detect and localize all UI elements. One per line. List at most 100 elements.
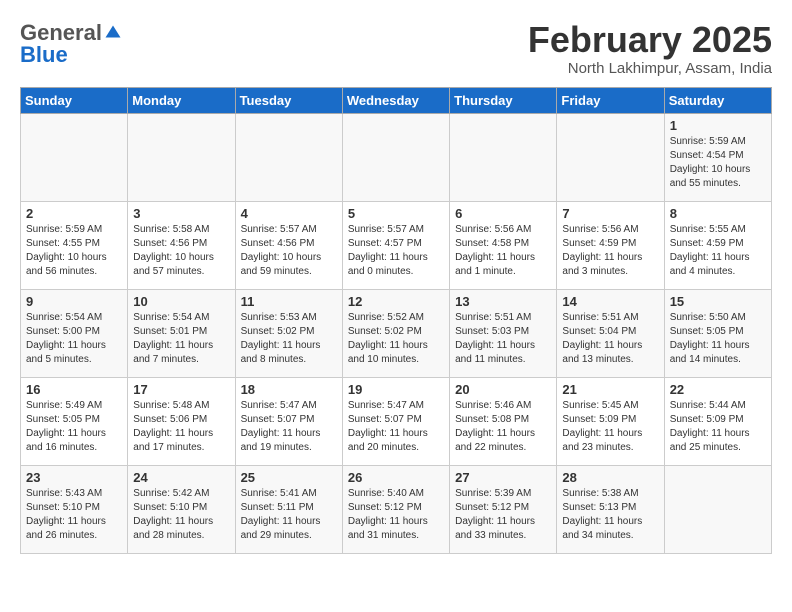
day-cell: 10 Sunrise: 5:54 AM Sunset: 5:01 PM Dayli… [128, 289, 235, 377]
weekday-header-friday: Friday [557, 87, 664, 113]
day-cell: 27 Sunrise: 5:39 AM Sunset: 5:12 PM Dayli… [450, 465, 557, 553]
day-info: Sunrise: 5:59 AM Sunset: 4:54 PM Dayligh… [670, 135, 766, 191]
day-cell: 3 Sunrise: 5:58 AM Sunset: 4:56 PM Daylig… [128, 201, 235, 289]
day-cell: 16 Sunrise: 5:49 AM Sunset: 5:05 PM Dayli… [21, 377, 128, 465]
day-cell: 1 Sunrise: 5:59 AM Sunset: 4:54 PM Daylig… [664, 113, 771, 201]
day-info: Sunrise: 5:46 AM Sunset: 5:08 PM Dayligh… [455, 399, 551, 455]
day-info: Sunrise: 5:59 AM Sunset: 4:55 PM Dayligh… [26, 223, 122, 279]
day-cell: 23 Sunrise: 5:43 AM Sunset: 5:10 PM Dayli… [21, 465, 128, 553]
day-cell [664, 465, 771, 553]
day-cell [235, 113, 342, 201]
day-cell [450, 113, 557, 201]
day-number: 1 [670, 118, 766, 133]
day-number: 15 [670, 294, 766, 309]
day-info: Sunrise: 5:58 AM Sunset: 4:56 PM Dayligh… [133, 223, 229, 279]
day-cell: 12 Sunrise: 5:52 AM Sunset: 5:02 PM Dayli… [342, 289, 449, 377]
day-info: Sunrise: 5:49 AM Sunset: 5:05 PM Dayligh… [26, 399, 122, 455]
day-number: 25 [241, 470, 337, 485]
day-info: Sunrise: 5:52 AM Sunset: 5:02 PM Dayligh… [348, 311, 444, 367]
day-number: 16 [26, 382, 122, 397]
day-number: 24 [133, 470, 229, 485]
day-number: 8 [670, 206, 766, 221]
day-number: 21 [562, 382, 658, 397]
day-cell: 26 Sunrise: 5:40 AM Sunset: 5:12 PM Dayli… [342, 465, 449, 553]
day-number: 5 [348, 206, 444, 221]
day-info: Sunrise: 5:48 AM Sunset: 5:06 PM Dayligh… [133, 399, 229, 455]
day-cell: 9 Sunrise: 5:54 AM Sunset: 5:00 PM Daylig… [21, 289, 128, 377]
day-cell [21, 113, 128, 201]
day-number: 10 [133, 294, 229, 309]
day-cell: 18 Sunrise: 5:47 AM Sunset: 5:07 PM Dayli… [235, 377, 342, 465]
day-cell: 17 Sunrise: 5:48 AM Sunset: 5:06 PM Dayli… [128, 377, 235, 465]
day-cell [557, 113, 664, 201]
day-number: 14 [562, 294, 658, 309]
day-number: 6 [455, 206, 551, 221]
day-number: 18 [241, 382, 337, 397]
day-number: 3 [133, 206, 229, 221]
weekday-header-row: SundayMondayTuesdayWednesdayThursdayFrid… [21, 87, 772, 113]
week-row-5: 23 Sunrise: 5:43 AM Sunset: 5:10 PM Dayli… [21, 465, 772, 553]
day-cell: 20 Sunrise: 5:46 AM Sunset: 5:08 PM Dayli… [450, 377, 557, 465]
day-number: 20 [455, 382, 551, 397]
day-cell: 13Sunrise: 5:51 AM Sunset: 5:03 PM Dayli… [450, 289, 557, 377]
day-cell: 24Sunrise: 5:42 AM Sunset: 5:10 PM Dayli… [128, 465, 235, 553]
day-cell [342, 113, 449, 201]
day-info: Sunrise: 5:50 AM Sunset: 5:05 PM Dayligh… [670, 311, 766, 367]
day-number: 19 [348, 382, 444, 397]
day-cell: 4 Sunrise: 5:57 AM Sunset: 4:56 PM Daylig… [235, 201, 342, 289]
day-cell: 22 Sunrise: 5:44 AM Sunset: 5:09 PM Dayli… [664, 377, 771, 465]
logo-blue-text: Blue [20, 42, 68, 68]
weekday-header-sunday: Sunday [21, 87, 128, 113]
day-cell: 6Sunrise: 5:56 AM Sunset: 4:58 PM Daylig… [450, 201, 557, 289]
day-number: 2 [26, 206, 122, 221]
weekday-header-monday: Monday [128, 87, 235, 113]
day-number: 23 [26, 470, 122, 485]
day-number: 22 [670, 382, 766, 397]
day-cell: 28Sunrise: 5:38 AM Sunset: 5:13 PM Dayli… [557, 465, 664, 553]
week-row-2: 2 Sunrise: 5:59 AM Sunset: 4:55 PM Daylig… [21, 201, 772, 289]
day-cell [128, 113, 235, 201]
logo-icon [104, 24, 122, 42]
logo: General Blue [20, 20, 122, 68]
day-cell: 19 Sunrise: 5:47 AM Sunset: 5:07 PM Dayli… [342, 377, 449, 465]
weekday-header-thursday: Thursday [450, 87, 557, 113]
day-cell: 2 Sunrise: 5:59 AM Sunset: 4:55 PM Daylig… [21, 201, 128, 289]
day-info: Sunrise: 5:53 AM Sunset: 5:02 PM Dayligh… [241, 311, 337, 367]
day-info: Sunrise: 5:44 AM Sunset: 5:09 PM Dayligh… [670, 399, 766, 455]
day-info: Sunrise: 5:57 AM Sunset: 4:56 PM Dayligh… [241, 223, 337, 279]
day-info: Sunrise: 5:43 AM Sunset: 5:10 PM Dayligh… [26, 487, 122, 543]
day-cell: 11 Sunrise: 5:53 AM Sunset: 5:02 PM Dayli… [235, 289, 342, 377]
day-number: 9 [26, 294, 122, 309]
day-info: Sunrise: 5:51 AM Sunset: 5:04 PM Dayligh… [562, 311, 658, 367]
day-number: 7 [562, 206, 658, 221]
day-info: Sunrise: 5:55 AM Sunset: 4:59 PM Dayligh… [670, 223, 766, 279]
day-info: Sunrise: 5:54 AM Sunset: 5:01 PM Dayligh… [133, 311, 229, 367]
day-cell: 5 Sunrise: 5:57 AM Sunset: 4:57 PM Daylig… [342, 201, 449, 289]
day-cell: 8 Sunrise: 5:55 AM Sunset: 4:59 PM Daylig… [664, 201, 771, 289]
day-cell: 25Sunrise: 5:41 AM Sunset: 5:11 PM Dayli… [235, 465, 342, 553]
day-number: 12 [348, 294, 444, 309]
day-info: Sunrise: 5:47 AM Sunset: 5:07 PM Dayligh… [241, 399, 337, 455]
day-number: 11 [241, 294, 337, 309]
day-info: Sunrise: 5:56 AM Sunset: 4:59 PM Dayligh… [562, 223, 658, 279]
weekday-header-wednesday: Wednesday [342, 87, 449, 113]
calendar-title: February 2025 [528, 20, 772, 60]
weekday-header-saturday: Saturday [664, 87, 771, 113]
weekday-header-tuesday: Tuesday [235, 87, 342, 113]
day-info: Sunrise: 5:40 AM Sunset: 5:12 PM Dayligh… [348, 487, 444, 543]
day-info: Sunrise: 5:39 AM Sunset: 5:12 PM Dayligh… [455, 487, 551, 543]
day-number: 13 [455, 294, 551, 309]
header-area: General Blue February 2025 North Lakhimp… [20, 20, 772, 77]
day-info: Sunrise: 5:47 AM Sunset: 5:07 PM Dayligh… [348, 399, 444, 455]
day-info: Sunrise: 5:57 AM Sunset: 4:57 PM Dayligh… [348, 223, 444, 279]
title-area: February 2025 North Lakhimpur, Assam, In… [528, 20, 772, 77]
day-number: 27 [455, 470, 551, 485]
day-cell: 21Sunrise: 5:45 AM Sunset: 5:09 PM Dayli… [557, 377, 664, 465]
day-number: 17 [133, 382, 229, 397]
day-number: 4 [241, 206, 337, 221]
day-number: 28 [562, 470, 658, 485]
calendar-subtitle: North Lakhimpur, Assam, India [528, 60, 772, 77]
day-info: Sunrise: 5:54 AM Sunset: 5:00 PM Dayligh… [26, 311, 122, 367]
day-number: 26 [348, 470, 444, 485]
week-row-4: 16 Sunrise: 5:49 AM Sunset: 5:05 PM Dayli… [21, 377, 772, 465]
